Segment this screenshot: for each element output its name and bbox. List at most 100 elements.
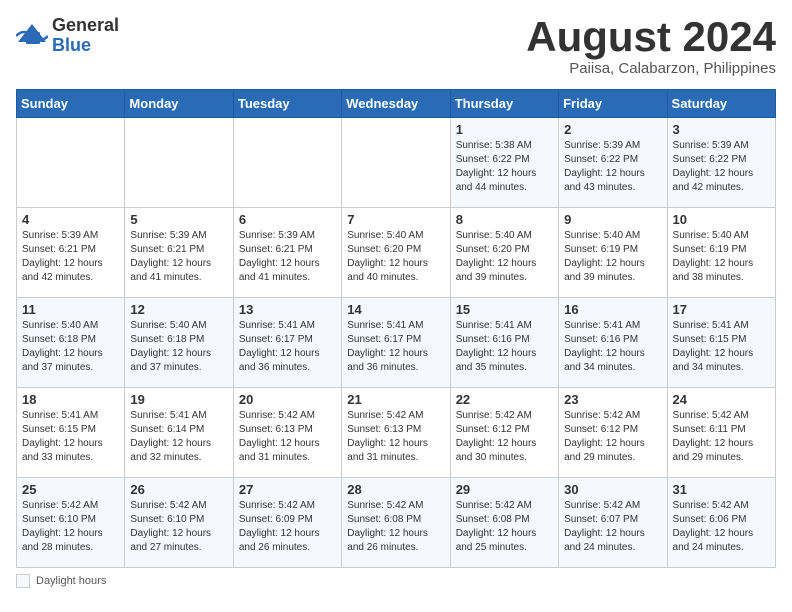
logo-text: General Blue [52, 16, 119, 56]
day-info: Sunrise: 5:42 AM Sunset: 6:13 PM Dayligh… [239, 409, 336, 465]
day-info: Sunrise: 5:41 AM Sunset: 6:14 PM Dayligh… [130, 409, 227, 465]
day-info: Sunrise: 5:38 AM Sunset: 6:22 PM Dayligh… [456, 139, 553, 195]
calendar-cell: 20 Sunrise: 5:42 AM Sunset: 6:13 PM Dayli… [233, 388, 341, 478]
day-info: Sunrise: 5:42 AM Sunset: 6:08 PM Dayligh… [456, 499, 553, 555]
calendar-cell [342, 118, 450, 208]
day-info: Sunrise: 5:42 AM Sunset: 6:12 PM Dayligh… [456, 409, 553, 465]
day-info: Sunrise: 5:39 AM Sunset: 6:21 PM Dayligh… [239, 229, 336, 285]
footer: Daylight hours [16, 574, 776, 588]
calendar-cell: 13Sunrise: 5:41 AM Sunset: 6:17 PM Dayli… [233, 298, 341, 388]
calendar-cell: 8 Sunrise: 5:40 AM Sunset: 6:20 PM Daylig… [450, 208, 558, 298]
calendar-header: SundayMondayTuesdayWednesdayThursdayFrid… [17, 90, 776, 118]
day-number: 6 [239, 212, 336, 227]
day-number: 5 [130, 212, 227, 227]
calendar-cell: 10 Sunrise: 5:40 AM Sunset: 6:19 PM Dayli… [667, 208, 775, 298]
day-number: 4 [22, 212, 119, 227]
calendar-cell: 28 Sunrise: 5:42 AM Sunset: 6:08 PM Dayli… [342, 478, 450, 568]
day-number: 10 [673, 212, 770, 227]
day-info: Sunrise: 5:42 AM Sunset: 6:12 PM Dayligh… [564, 409, 661, 465]
calendar-cell: 9 Sunrise: 5:40 AM Sunset: 6:19 PM Daylig… [559, 208, 667, 298]
footer-box [16, 574, 30, 588]
page-header: General Blue August 2024 Paiisa, Calabar… [16, 16, 776, 77]
day-info: Sunrise: 5:39 AM Sunset: 6:22 PM Dayligh… [673, 139, 770, 195]
day-number: 11 [22, 302, 119, 317]
day-info: Sunrise: 5:42 AM Sunset: 6:10 PM Dayligh… [130, 499, 227, 555]
header-day-tuesday: Tuesday [233, 90, 341, 118]
header-day-monday: Monday [125, 90, 233, 118]
calendar-cell: 15Sunrise: 5:41 AM Sunset: 6:16 PM Dayli… [450, 298, 558, 388]
calendar-cell: 12 Sunrise: 5:40 AM Sunset: 6:18 PM Dayli… [125, 298, 233, 388]
calendar-cell: 11 Sunrise: 5:40 AM Sunset: 6:18 PM Dayli… [17, 298, 125, 388]
day-number: 30 [564, 482, 661, 497]
day-info: Sunrise: 5:40 AM Sunset: 6:19 PM Dayligh… [564, 229, 661, 285]
header-day-friday: Friday [559, 90, 667, 118]
week-row-1: 1 Sunrise: 5:38 AM Sunset: 6:22 PM Daylig… [17, 118, 776, 208]
day-info: Sunrise: 5:41 AM Sunset: 6:17 PM Dayligh… [239, 319, 336, 375]
week-row-5: 25Sunrise: 5:42 AM Sunset: 6:10 PM Dayli… [17, 478, 776, 568]
day-number: 26 [130, 482, 227, 497]
day-info: Sunrise: 5:40 AM Sunset: 6:18 PM Dayligh… [130, 319, 227, 375]
calendar-cell: 6 Sunrise: 5:39 AM Sunset: 6:21 PM Daylig… [233, 208, 341, 298]
calendar-cell: 18Sunrise: 5:41 AM Sunset: 6:15 PM Dayli… [17, 388, 125, 478]
day-number: 8 [456, 212, 553, 227]
day-info: Sunrise: 5:42 AM Sunset: 6:13 PM Dayligh… [347, 409, 444, 465]
calendar-cell: 3Sunrise: 5:39 AM Sunset: 6:22 PM Daylig… [667, 118, 775, 208]
day-number: 29 [456, 482, 553, 497]
header-row: SundayMondayTuesdayWednesdayThursdayFrid… [17, 90, 776, 118]
header-day-saturday: Saturday [667, 90, 775, 118]
calendar-cell [125, 118, 233, 208]
calendar-cell: 29 Sunrise: 5:42 AM Sunset: 6:08 PM Dayli… [450, 478, 558, 568]
day-number: 24 [673, 392, 770, 407]
calendar-cell: 7Sunrise: 5:40 AM Sunset: 6:20 PM Daylig… [342, 208, 450, 298]
day-number: 28 [347, 482, 444, 497]
day-info: Sunrise: 5:41 AM Sunset: 6:16 PM Dayligh… [456, 319, 553, 375]
calendar-cell: 21 Sunrise: 5:42 AM Sunset: 6:13 PM Dayli… [342, 388, 450, 478]
calendar-cell [233, 118, 341, 208]
day-number: 23 [564, 392, 661, 407]
header-day-sunday: Sunday [17, 90, 125, 118]
day-number: 7 [347, 212, 444, 227]
logo-icon [16, 22, 48, 50]
day-info: Sunrise: 5:42 AM Sunset: 6:11 PM Dayligh… [673, 409, 770, 465]
logo: General Blue [16, 16, 119, 56]
day-number: 22 [456, 392, 553, 407]
day-number: 12 [130, 302, 227, 317]
calendar-cell: 14 Sunrise: 5:41 AM Sunset: 6:17 PM Dayli… [342, 298, 450, 388]
day-info: Sunrise: 5:41 AM Sunset: 6:16 PM Dayligh… [564, 319, 661, 375]
day-number: 20 [239, 392, 336, 407]
location-subtitle: Paiisa, Calabarzon, Philippines [526, 60, 776, 77]
header-day-thursday: Thursday [450, 90, 558, 118]
calendar-cell: 19Sunrise: 5:41 AM Sunset: 6:14 PM Dayli… [125, 388, 233, 478]
calendar-cell: 17Sunrise: 5:41 AM Sunset: 6:15 PM Dayli… [667, 298, 775, 388]
calendar-cell: 27Sunrise: 5:42 AM Sunset: 6:09 PM Dayli… [233, 478, 341, 568]
calendar-cell: 4 Sunrise: 5:39 AM Sunset: 6:21 PM Daylig… [17, 208, 125, 298]
logo-blue: Blue [52, 36, 119, 56]
day-info: Sunrise: 5:41 AM Sunset: 6:17 PM Dayligh… [347, 319, 444, 375]
day-info: Sunrise: 5:42 AM Sunset: 6:06 PM Dayligh… [673, 499, 770, 555]
calendar-cell: 25Sunrise: 5:42 AM Sunset: 6:10 PM Dayli… [17, 478, 125, 568]
calendar-body: 1 Sunrise: 5:38 AM Sunset: 6:22 PM Daylig… [17, 118, 776, 568]
calendar-cell: 26 Sunrise: 5:42 AM Sunset: 6:10 PM Dayli… [125, 478, 233, 568]
week-row-4: 18Sunrise: 5:41 AM Sunset: 6:15 PM Dayli… [17, 388, 776, 478]
calendar-cell: 31Sunrise: 5:42 AM Sunset: 6:06 PM Dayli… [667, 478, 775, 568]
day-info: Sunrise: 5:42 AM Sunset: 6:08 PM Dayligh… [347, 499, 444, 555]
day-info: Sunrise: 5:39 AM Sunset: 6:21 PM Dayligh… [22, 229, 119, 285]
calendar-cell [17, 118, 125, 208]
day-info: Sunrise: 5:40 AM Sunset: 6:18 PM Dayligh… [22, 319, 119, 375]
day-info: Sunrise: 5:39 AM Sunset: 6:21 PM Dayligh… [130, 229, 227, 285]
day-number: 9 [564, 212, 661, 227]
day-info: Sunrise: 5:42 AM Sunset: 6:07 PM Dayligh… [564, 499, 661, 555]
day-number: 1 [456, 122, 553, 137]
calendar-cell: 30 Sunrise: 5:42 AM Sunset: 6:07 PM Dayli… [559, 478, 667, 568]
week-row-2: 4 Sunrise: 5:39 AM Sunset: 6:21 PM Daylig… [17, 208, 776, 298]
day-number: 2 [564, 122, 661, 137]
day-info: Sunrise: 5:40 AM Sunset: 6:19 PM Dayligh… [673, 229, 770, 285]
calendar-cell: 2Sunrise: 5:39 AM Sunset: 6:22 PM Daylig… [559, 118, 667, 208]
day-info: Sunrise: 5:42 AM Sunset: 6:10 PM Dayligh… [22, 499, 119, 555]
day-number: 17 [673, 302, 770, 317]
day-info: Sunrise: 5:42 AM Sunset: 6:09 PM Dayligh… [239, 499, 336, 555]
day-number: 21 [347, 392, 444, 407]
logo-general: General [52, 16, 119, 36]
day-number: 14 [347, 302, 444, 317]
day-info: Sunrise: 5:40 AM Sunset: 6:20 PM Dayligh… [456, 229, 553, 285]
